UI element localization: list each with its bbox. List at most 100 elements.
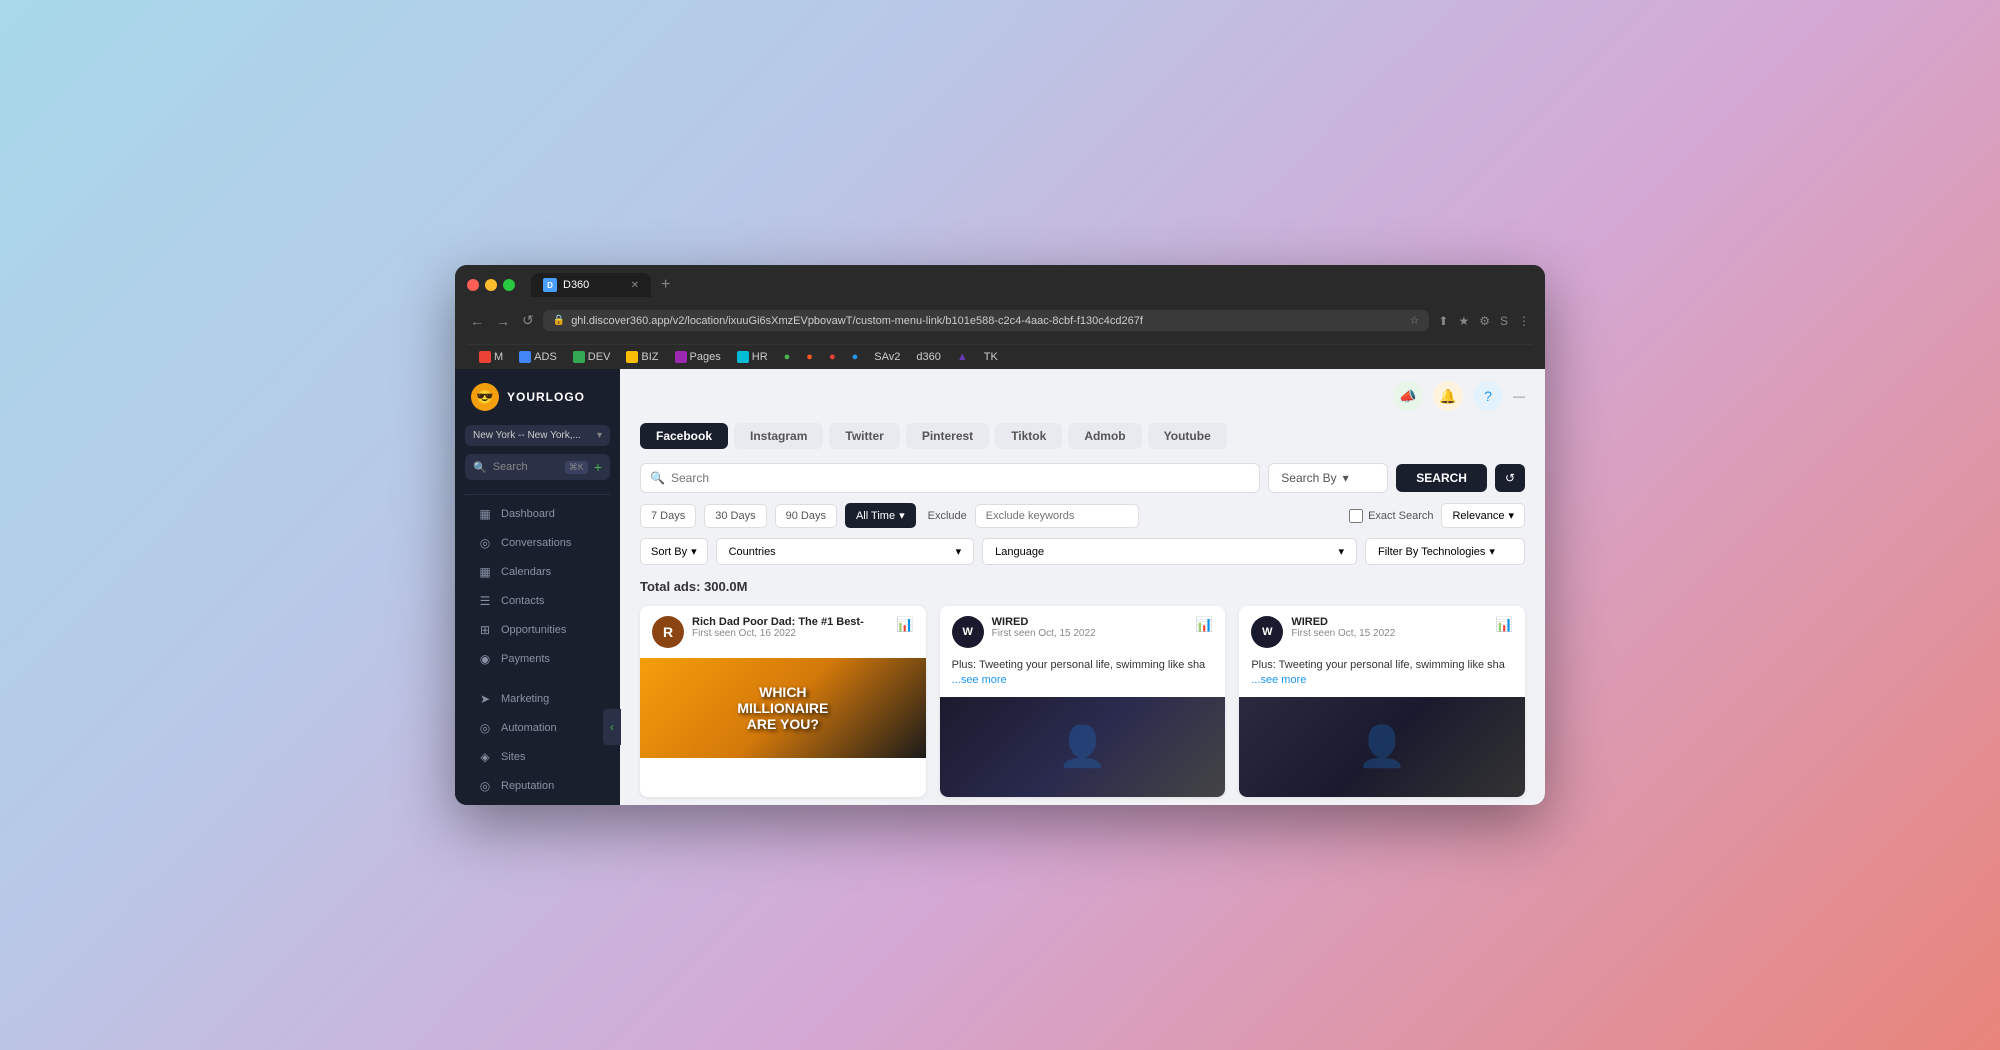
ad-3-stats-icon[interactable]: 📊 bbox=[1496, 616, 1513, 633]
nav-label-dashboard: Dashboard bbox=[501, 508, 555, 520]
time-7days-button[interactable]: 7 Days bbox=[640, 504, 696, 528]
minimize-button[interactable] bbox=[485, 279, 497, 291]
bookmark-gmail[interactable]: M bbox=[475, 349, 507, 365]
menu-icon[interactable]: ⋮ bbox=[1515, 311, 1533, 331]
ad-2-stats-icon[interactable]: 📊 bbox=[1196, 616, 1213, 633]
sort-row: Sort By ▾ Countries ▾ Language ▾ Filter … bbox=[640, 538, 1525, 565]
help-button[interactable]: ? bbox=[1473, 381, 1503, 411]
tab-youtube[interactable]: Youtube bbox=[1148, 423, 1227, 449]
bookmark-dev[interactable]: DEV bbox=[569, 349, 615, 365]
nav-section-gap bbox=[455, 674, 620, 684]
main-content: 📣 🔔 ? — Facebook Instagram Twitter Pinte… bbox=[620, 369, 1545, 805]
nav-item-conversations[interactable]: ◎ Conversations bbox=[461, 529, 614, 557]
ad-2-see-more[interactable]: ...see more bbox=[952, 674, 1007, 686]
address-bar[interactable]: 🔒 ghl.discover360.app/v2/location/ixuuGi… bbox=[543, 310, 1430, 331]
tab-instagram[interactable]: Instagram bbox=[734, 423, 823, 449]
sort-by-dropdown[interactable]: Sort By ▾ bbox=[640, 538, 708, 565]
bookmark-purple[interactable]: ▲ bbox=[953, 349, 972, 365]
nav-item-opportunities[interactable]: ⊞ Opportunities bbox=[461, 616, 614, 644]
question-mark-icon: ? bbox=[1484, 388, 1492, 404]
nav-item-marketing[interactable]: ➤ Marketing bbox=[461, 685, 614, 713]
bookmark-pages[interactable]: Pages bbox=[671, 349, 725, 365]
ad-3-name: WIRED bbox=[1291, 616, 1395, 628]
nav-item-dashboard[interactable]: ▦ Dashboard bbox=[461, 500, 614, 528]
reload-button[interactable]: ↺ bbox=[519, 309, 537, 332]
countries-dropdown[interactable]: Countries ▾ bbox=[716, 538, 975, 565]
time-30days-button[interactable]: 30 Days bbox=[704, 504, 766, 528]
tab-pinterest[interactable]: Pinterest bbox=[906, 423, 989, 449]
main-header: 📣 🔔 ? — bbox=[620, 369, 1545, 423]
time-alltime-button[interactable]: All Time ▾ bbox=[845, 503, 916, 528]
tab-close-icon[interactable]: ✕ bbox=[631, 280, 639, 291]
exact-search-wrapper: Exact Search bbox=[1349, 509, 1433, 523]
nav-item-reputation[interactable]: ◎ Reputation bbox=[461, 772, 614, 800]
exact-search-label: Exact Search bbox=[1368, 510, 1433, 522]
ad-2-image: 👤 bbox=[940, 697, 1226, 797]
nav-item-reporting[interactable]: ↗ Reporting bbox=[461, 801, 614, 805]
back-button[interactable]: ← bbox=[467, 310, 487, 332]
nav-item-contacts[interactable]: ☰ Contacts bbox=[461, 587, 614, 615]
ads-grid: R Rich Dad Poor Dad: The #1 Best- First … bbox=[640, 606, 1525, 797]
bookmark-sav2[interactable]: SAv2 bbox=[870, 349, 904, 365]
ad-1-info: Rich Dad Poor Dad: The #1 Best- First se… bbox=[692, 616, 864, 639]
exclude-input[interactable] bbox=[975, 504, 1139, 528]
sidebar-search[interactable]: 🔍 Search ⌘K + bbox=[465, 454, 610, 480]
ad-3-see-more[interactable]: ...see more bbox=[1251, 674, 1306, 686]
ad-1-stats-icon[interactable]: 📊 bbox=[896, 616, 913, 633]
bookmark-d360[interactable]: d360 bbox=[912, 349, 944, 365]
active-tab[interactable]: D D360 ✕ bbox=[531, 273, 651, 297]
tab-facebook[interactable]: Facebook bbox=[640, 423, 728, 449]
bookmark-star-icon[interactable]: ☆ bbox=[1410, 314, 1420, 327]
bookmark-orange[interactable]: ● bbox=[802, 349, 817, 365]
maximize-button[interactable] bbox=[503, 279, 515, 291]
ad-3-person: 👤 bbox=[1357, 723, 1407, 770]
nav-item-payments[interactable]: ◉ Payments bbox=[461, 645, 614, 673]
automation-icon: ◎ bbox=[477, 721, 493, 735]
nav-label-payments: Payments bbox=[501, 653, 550, 665]
nav-item-automation[interactable]: ◎ Automation bbox=[461, 714, 614, 742]
browser-window: D D360 ✕ + ← → ↺ 🔒 ghl.discover360.app/v… bbox=[455, 265, 1545, 805]
search-button[interactable]: SEARCH bbox=[1396, 464, 1487, 492]
forward-button[interactable]: → bbox=[493, 310, 513, 332]
new-tab-button[interactable]: + bbox=[655, 274, 676, 296]
user-menu-icon[interactable]: — bbox=[1513, 389, 1525, 403]
profile-icon[interactable]: S bbox=[1497, 311, 1511, 331]
sidebar-collapse-button[interactable]: ‹ bbox=[603, 709, 621, 745]
notifications-button[interactable]: 🔔 bbox=[1433, 381, 1463, 411]
ad-2-advertiser: W WIRED First seen Oct, 15 2022 bbox=[952, 616, 1096, 648]
bookmark-hr[interactable]: HR bbox=[733, 349, 772, 365]
alltime-label: All Time bbox=[856, 510, 895, 522]
filter-tech-dropdown[interactable]: Filter By Technologies ▾ bbox=[1365, 538, 1525, 565]
search-by-dropdown[interactable]: Search By ▾ bbox=[1268, 463, 1388, 493]
bookmark-ads[interactable]: ADS bbox=[515, 349, 561, 365]
bookmark-green[interactable]: ● bbox=[780, 349, 795, 365]
share-icon[interactable]: ⬆ bbox=[1435, 311, 1451, 331]
nav-item-calendars[interactable]: ▦ Calendars bbox=[461, 558, 614, 586]
close-button[interactable] bbox=[467, 279, 479, 291]
ad-1-advertiser: R Rich Dad Poor Dad: The #1 Best- First … bbox=[652, 616, 864, 648]
tab-twitter[interactable]: Twitter bbox=[829, 423, 899, 449]
time-90days-button[interactable]: 90 Days bbox=[775, 504, 837, 528]
tab-tiktok[interactable]: Tiktok bbox=[995, 423, 1062, 449]
language-dropdown[interactable]: Language ▾ bbox=[982, 538, 1357, 565]
location-selector[interactable]: New York -- New York,... ▾ bbox=[465, 425, 610, 446]
relevance-dropdown[interactable]: Relevance ▾ bbox=[1441, 503, 1525, 528]
bookmark-tk[interactable]: TK bbox=[980, 349, 1002, 365]
tab-admob[interactable]: Admob bbox=[1068, 423, 1141, 449]
address-bar-icons: ☆ bbox=[1410, 314, 1420, 327]
browser-navbar: ← → ↺ 🔒 ghl.discover360.app/v2/location/… bbox=[467, 303, 1533, 338]
main-search-input[interactable] bbox=[640, 463, 1260, 493]
ad-3-desc-text: Plus: Tweeting your personal life, swimm… bbox=[1251, 659, 1505, 671]
bookmark-icon[interactable]: ★ bbox=[1455, 311, 1472, 331]
sidebar: 😎 YOURLOGO New York -- New York,... ▾ 🔍 … bbox=[455, 369, 620, 805]
bookmark-red[interactable]: ● bbox=[825, 349, 840, 365]
extensions-icon[interactable]: ⚙ bbox=[1476, 311, 1493, 331]
search-add-icon[interactable]: + bbox=[594, 459, 602, 475]
search-row: 🔍 Search By ▾ SEARCH ↺ bbox=[640, 463, 1525, 493]
refresh-button[interactable]: ↺ bbox=[1495, 464, 1525, 492]
nav-item-sites[interactable]: ◈ Sites bbox=[461, 743, 614, 771]
bookmark-blue[interactable]: ● bbox=[848, 349, 863, 365]
exact-search-checkbox[interactable] bbox=[1349, 509, 1363, 523]
bookmark-biz[interactable]: BIZ bbox=[622, 349, 662, 365]
megaphone-button[interactable]: 📣 bbox=[1393, 381, 1423, 411]
